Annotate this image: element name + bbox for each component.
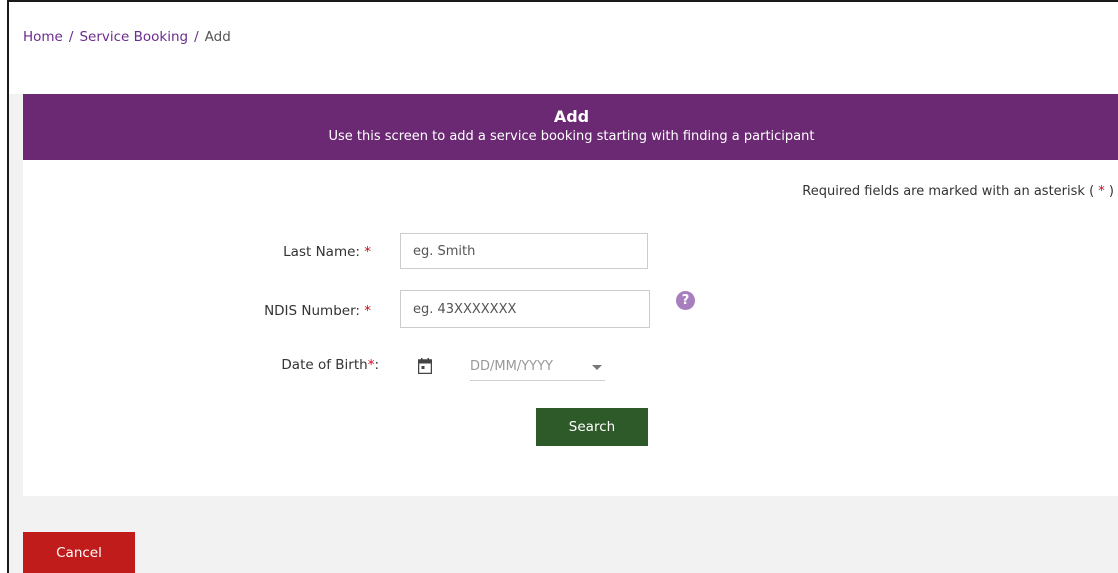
ndis-number-input[interactable] [400, 290, 650, 328]
required-note-suffix: ) [1108, 184, 1114, 199]
calendar-icon[interactable] [418, 358, 432, 374]
chevron-down-icon [592, 365, 602, 370]
breadcrumb-current: Add [204, 29, 231, 45]
breadcrumb-separator: / [194, 29, 199, 45]
breadcrumb: Home / Service Booking / Add [23, 29, 231, 45]
ndis-number-label-text: NDIS Number: [264, 303, 360, 319]
last-name-required-star: * [364, 244, 371, 260]
last-name-input[interactable] [400, 233, 648, 269]
ndis-number-required-star: * [364, 303, 371, 319]
cancel-button[interactable]: Cancel [23, 532, 135, 573]
breadcrumb-home-link[interactable]: Home [23, 29, 63, 45]
last-name-label-text: Last Name: [283, 244, 360, 260]
search-form-panel: Required fields are marked with an aster… [23, 160, 1118, 496]
page-header: Add Use this screen to add a service boo… [23, 94, 1118, 160]
search-button[interactable]: Search [536, 408, 648, 446]
page-title: Add [553, 107, 590, 126]
required-asterisk: * [1098, 184, 1105, 199]
ndis-number-label: NDIS Number: * [203, 303, 371, 319]
required-fields-note: Required fields are marked with an aster… [802, 184, 1114, 199]
page-subtitle: Use this screen to add a service booking… [328, 129, 815, 144]
required-note-prefix: Required fields are marked with an aster… [802, 184, 1095, 199]
last-name-label: Last Name: * [203, 244, 371, 260]
help-icon[interactable]: ? [676, 291, 695, 310]
date-of-birth-label: Date of Birth*: [203, 357, 379, 373]
breadcrumb-separator: / [68, 29, 74, 45]
date-of-birth-label-text: Date of Birth [281, 357, 368, 373]
date-of-birth-colon: : [374, 357, 379, 373]
top-strip: Home / Service Booking / Add [9, 2, 1118, 94]
date-of-birth-picker[interactable]: DD/MM/YYYY [470, 356, 605, 381]
date-of-birth-placeholder: DD/MM/YYYY [470, 359, 553, 374]
breadcrumb-service-booking-link[interactable]: Service Booking [79, 29, 188, 45]
app-frame: Home / Service Booking / Add Add Use this sc… [7, 0, 1118, 573]
